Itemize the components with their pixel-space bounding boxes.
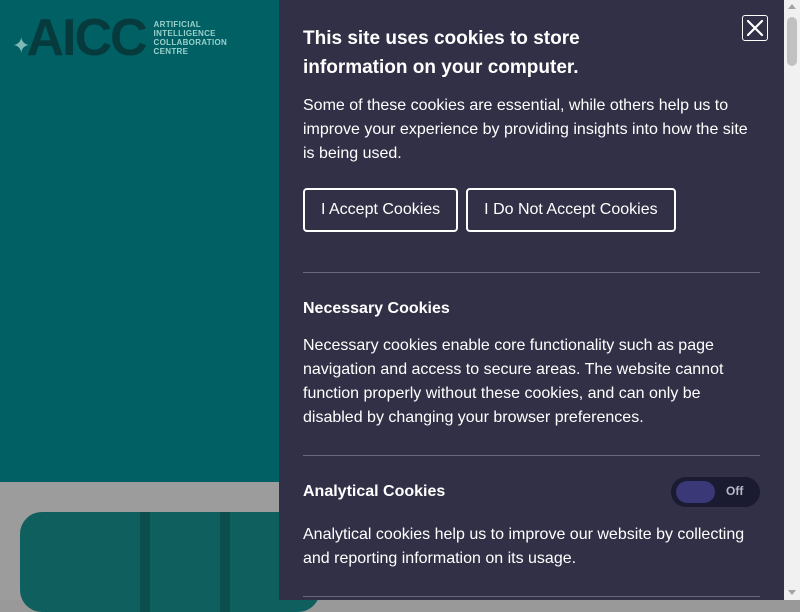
divider [303,596,760,597]
scrollbar-thumb[interactable] [787,17,797,66]
reject-cookies-button[interactable]: I Do Not Accept Cookies [466,188,676,232]
logo-wordmark: ARTIFICIAL INTELLIGENCE COLLABORATION CE… [153,20,228,56]
site-logo[interactable]: ✦ AICC ARTIFICIAL INTELLIGENCE COLLABORA… [12,12,227,64]
divider [303,272,760,273]
hero-image-card [20,512,320,612]
toggle-state-label: Off [726,484,744,498]
necessary-cookies-heading: Necessary Cookies [303,300,450,317]
sparkle-icon: ✦ [12,33,31,58]
analytical-cookies-toggle[interactable]: Off [671,477,760,507]
cookie-title: This site uses cookies to store informat… [303,28,580,78]
scroll-down-arrow-icon[interactable] [788,590,796,595]
analytical-cookies-header: Analytical Cookies Off [303,477,760,507]
analytical-cookies-heading: Analytical Cookies [303,483,446,500]
divider [303,455,760,456]
consent-buttons: I Accept Cookies I Do Not Accept Cookies [303,188,760,232]
scroll-up-arrow-icon[interactable] [788,4,796,9]
cookie-consent-panel: This site uses cookies to store informat… [279,0,784,600]
necessary-cookies-description: Necessary cookies enable core functional… [303,337,724,426]
necessary-cookies-header: Necessary Cookies [303,300,760,318]
accept-cookies-button[interactable]: I Accept Cookies [303,188,459,232]
vertical-scrollbar[interactable] [784,0,800,600]
logo-letters: AICC [26,9,147,67]
toggle-knob [676,481,715,503]
cookie-intro: Some of these cookies are essential, whi… [303,97,748,162]
analytical-cookies-description: Analytical cookies help us to improve ou… [303,526,745,567]
